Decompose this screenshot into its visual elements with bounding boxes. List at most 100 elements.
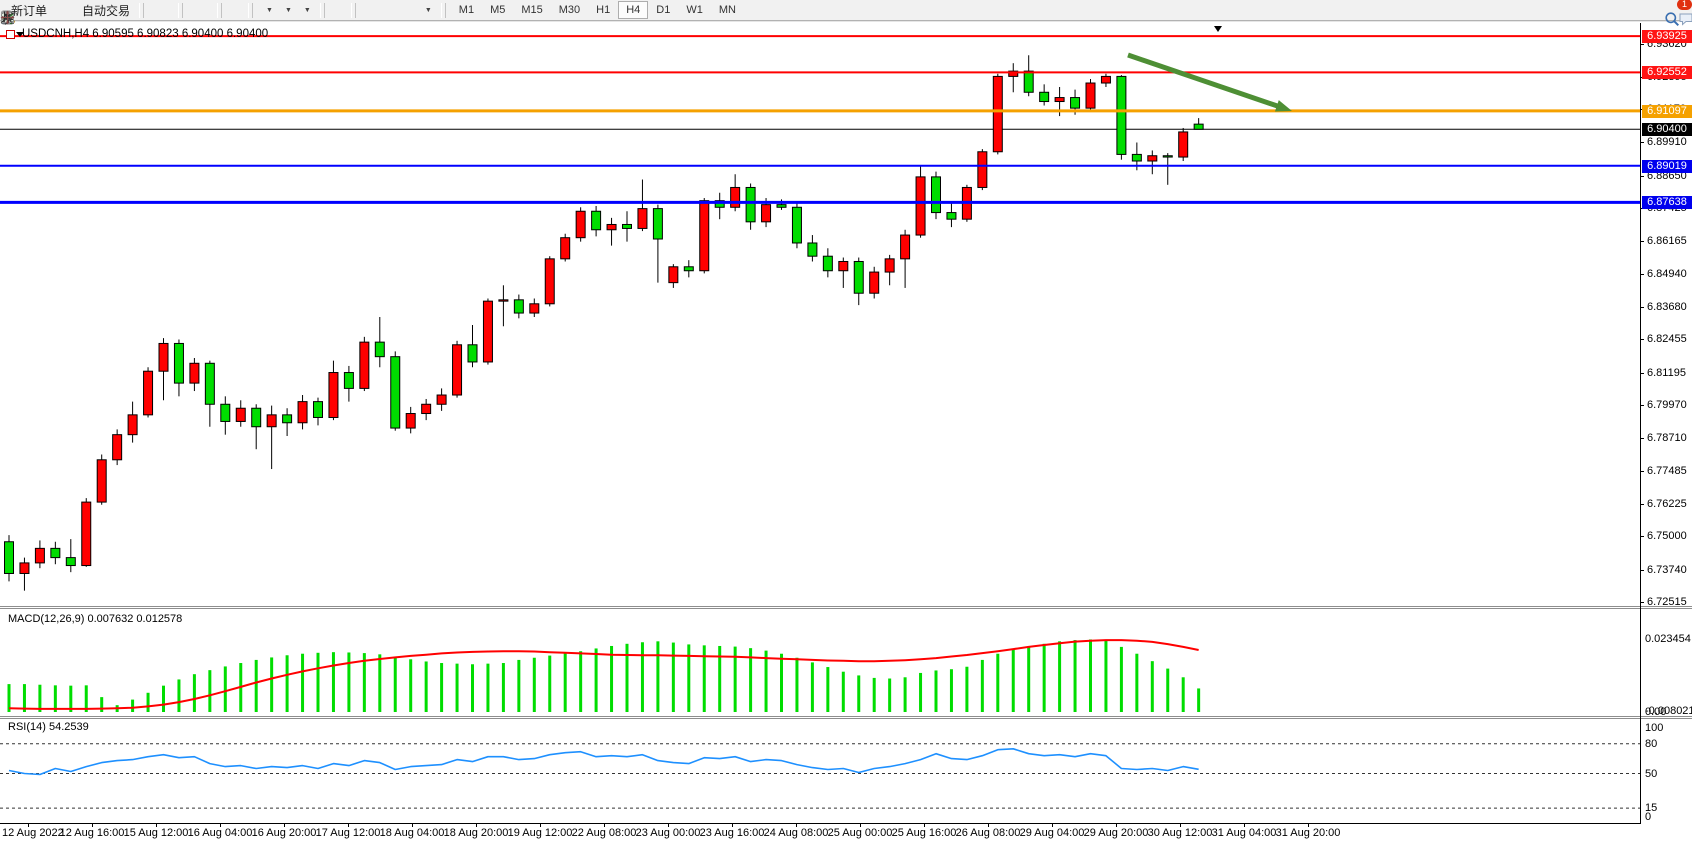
toolbar-separator bbox=[178, 3, 183, 18]
macd-histogram-bar bbox=[131, 700, 134, 712]
trend-arrow-annotation[interactable] bbox=[1128, 55, 1284, 108]
gold-button[interactable] bbox=[51, 0, 59, 20]
add-indicator-button[interactable]: ▼ bbox=[258, 0, 277, 20]
candle-body bbox=[128, 415, 137, 435]
toolbar-separator bbox=[217, 3, 222, 18]
auto-trading-button[interactable]: 自动交易 bbox=[75, 0, 134, 20]
macd-histogram-bar bbox=[965, 667, 968, 712]
tile-windows-button[interactable] bbox=[204, 0, 212, 20]
candle-body bbox=[839, 261, 848, 270]
rsi-indicator-label: RSI(14) 54.2539 bbox=[8, 721, 89, 733]
candle-body bbox=[885, 259, 894, 272]
tf-button-M15[interactable]: M15 bbox=[513, 1, 550, 19]
bar-chart-button[interactable] bbox=[149, 0, 157, 20]
indicator-window-alt-button[interactable] bbox=[235, 0, 243, 20]
period-button[interactable]: ▼ bbox=[277, 0, 296, 20]
rsi-pane[interactable] bbox=[0, 719, 1640, 823]
new-order-label: 新订单 bbox=[11, 2, 47, 19]
macd-pane[interactable] bbox=[0, 610, 1640, 716]
macd-histogram-bar bbox=[610, 646, 613, 712]
price-tick-mark bbox=[1640, 241, 1644, 242]
price-line-badge: 6.91097 bbox=[1642, 105, 1692, 118]
cursor-button[interactable] bbox=[330, 0, 338, 20]
time-tick-label: 16 Aug 04:00 bbox=[188, 827, 253, 839]
price-chart-pane[interactable] bbox=[0, 23, 1640, 607]
price-tick-mark bbox=[1640, 471, 1644, 472]
toolbar-separator bbox=[248, 3, 253, 18]
indicator-window-button[interactable] bbox=[227, 0, 235, 20]
auto-trading-label: 自动交易 bbox=[82, 2, 130, 19]
candle-body bbox=[360, 342, 369, 388]
zoom-out-button[interactable] bbox=[196, 0, 204, 20]
time-tick-label: 18 Aug 04:00 bbox=[380, 827, 445, 839]
price-tick-mark bbox=[1640, 536, 1644, 537]
tf-button-H4[interactable]: H4 bbox=[618, 1, 648, 19]
macd-histogram-bar bbox=[1074, 640, 1077, 712]
macd-histogram-bar bbox=[1043, 644, 1046, 712]
chart-window[interactable]: USDCNH,H4 6.90595 6.90823 6.90400 6.9040… bbox=[0, 21, 1692, 845]
signals-button[interactable] bbox=[67, 0, 75, 20]
price-tick-mark bbox=[1640, 44, 1644, 45]
tf-button-M1[interactable]: M1 bbox=[451, 1, 482, 19]
candle-body bbox=[82, 502, 91, 565]
line-chart-button[interactable] bbox=[165, 0, 173, 20]
tf-button-D1[interactable]: D1 bbox=[648, 1, 678, 19]
time-tick-label: 24 Aug 08:00 bbox=[764, 827, 829, 839]
trend-arrow-head bbox=[1275, 100, 1292, 111]
price-tick-label: 6.77485 bbox=[1647, 465, 1687, 477]
macd-histogram-bar bbox=[826, 667, 829, 712]
horizontal-line-button[interactable] bbox=[369, 0, 377, 20]
candle-body bbox=[329, 373, 338, 418]
candle-body bbox=[1194, 124, 1203, 129]
community-button[interactable] bbox=[59, 0, 67, 20]
pane-separator[interactable] bbox=[0, 606, 1692, 609]
time-tick-label: 17 Aug 12:00 bbox=[316, 827, 381, 839]
symbol-marker-icon[interactable] bbox=[6, 30, 15, 39]
candle-body bbox=[932, 177, 941, 213]
price-tick-mark bbox=[1640, 405, 1644, 406]
search-button[interactable] bbox=[1664, 1, 1672, 21]
candle-body bbox=[190, 363, 199, 383]
vertical-line-button[interactable] bbox=[361, 0, 369, 20]
time-tick-label: 31 Aug 20:00 bbox=[1276, 827, 1341, 839]
macd-histogram-bar bbox=[1104, 641, 1107, 712]
price-tick-label: 6.75000 bbox=[1647, 530, 1687, 542]
candle-body bbox=[252, 408, 261, 427]
symbol-ohlc-info: USDCNH,H4 6.90595 6.90823 6.90400 6.9040… bbox=[22, 28, 268, 40]
candlestick-chart-button[interactable] bbox=[157, 0, 165, 20]
chart-shift-marker[interactable] bbox=[1214, 26, 1222, 32]
price-tick-mark bbox=[1640, 373, 1644, 374]
macd-histogram-bar bbox=[842, 672, 845, 712]
macd-histogram-bar bbox=[517, 660, 520, 712]
candle-body bbox=[159, 343, 168, 371]
price-line-badge: 6.93925 bbox=[1642, 30, 1692, 43]
text-button[interactable]: A bbox=[401, 0, 409, 20]
tf-button-M5[interactable]: M5 bbox=[482, 1, 513, 19]
zoom-in-button[interactable] bbox=[188, 0, 196, 20]
candle-body bbox=[1117, 76, 1126, 154]
crosshair-button[interactable] bbox=[338, 0, 346, 20]
macd-signal-line bbox=[9, 640, 1199, 709]
chat-button[interactable]: 1 bbox=[1678, 1, 1686, 21]
candle-body bbox=[391, 357, 400, 428]
dropdown-caret: ▼ bbox=[266, 7, 273, 14]
template-button[interactable]: ▼ bbox=[296, 0, 315, 20]
dropdown-caret: ▼ bbox=[285, 7, 292, 14]
macd-histogram-bar bbox=[409, 659, 412, 712]
candle-body bbox=[638, 209, 647, 229]
arrows-button[interactable]: ▼ bbox=[417, 0, 436, 20]
tf-button-H1[interactable]: H1 bbox=[588, 1, 618, 19]
candle-body bbox=[762, 205, 771, 222]
trendline-button[interactable] bbox=[377, 0, 385, 20]
candle-body bbox=[1148, 156, 1157, 161]
fibonacci-button[interactable]: F bbox=[393, 0, 401, 20]
tf-button-MN[interactable]: MN bbox=[711, 1, 744, 19]
text-label-button[interactable]: T bbox=[409, 0, 417, 20]
macd-histogram-bar bbox=[564, 653, 567, 712]
candle-body bbox=[221, 404, 230, 421]
tf-button-M30[interactable]: M30 bbox=[551, 1, 588, 19]
candle-body bbox=[561, 238, 570, 259]
equidistant-channel-button[interactable]: E bbox=[385, 0, 393, 20]
tf-button-W1[interactable]: W1 bbox=[678, 1, 711, 19]
macd-histogram-bar bbox=[1151, 661, 1154, 712]
